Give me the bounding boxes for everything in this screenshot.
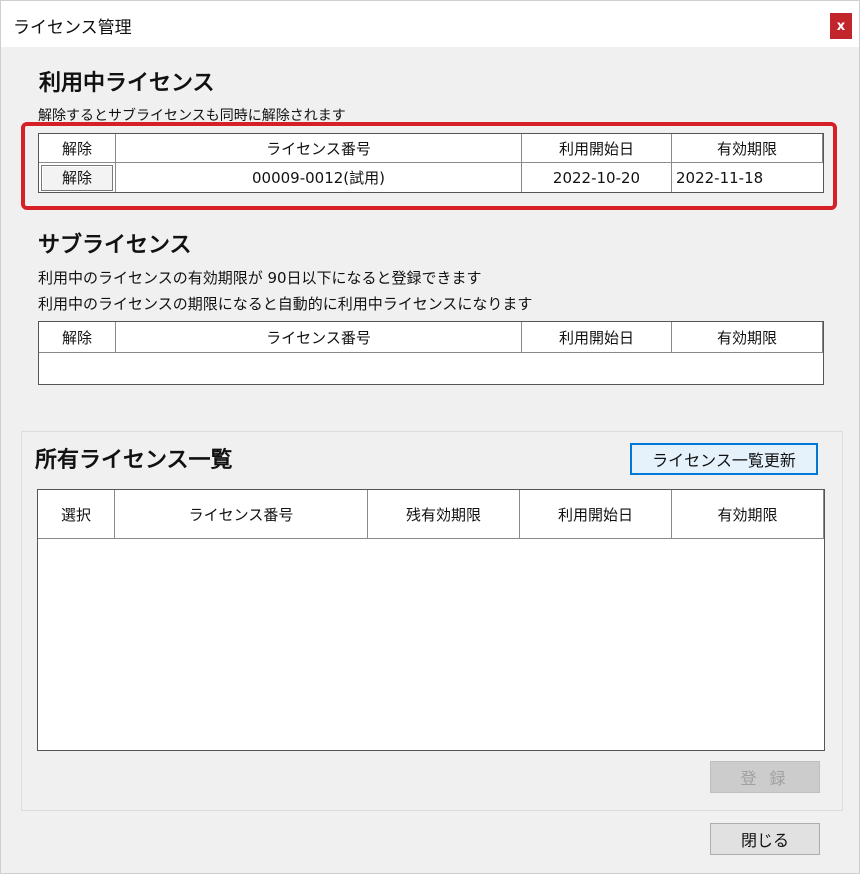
column-header-expiry-date: 有効期限 — [672, 490, 824, 538]
table-header-row: 解除 ライセンス番号 利用開始日 有効期限 — [39, 134, 823, 163]
column-header-start-date: 利用開始日 — [522, 134, 672, 162]
license-number-cell: 00009-0012(試用) — [116, 163, 522, 192]
register-button[interactable]: 登 録 — [710, 761, 820, 793]
column-header-license-number: ライセンス番号 — [116, 322, 522, 352]
sub-license-note-2: 利用中のライセンスの期限になると自動的に利用中ライセンスになります — [38, 295, 533, 313]
start-date-cell: 2022-10-20 — [522, 163, 672, 192]
column-header-license-number: ライセンス番号 — [115, 490, 368, 538]
active-license-table: 解除 ライセンス番号 利用開始日 有効期限 解除 00009-0012(試用) … — [38, 133, 824, 193]
column-header-expiry-date: 有効期限 — [672, 322, 823, 352]
owned-licenses-group: 所有ライセンス一覧 ライセンス一覧更新 選択 ライセンス番号 残有効期限 利用開… — [21, 431, 843, 811]
close-icon: x — [836, 18, 846, 34]
expiry-date-cell: 2022-11-18 — [676, 168, 764, 187]
active-license-heading: 利用中ライセンス — [39, 71, 215, 96]
column-header-license-number: ライセンス番号 — [116, 134, 522, 162]
refresh-license-list-button[interactable]: ライセンス一覧更新 — [630, 443, 818, 475]
column-header-release: 解除 — [39, 322, 116, 352]
sub-license-heading: サブライセンス — [38, 233, 192, 258]
column-header-remaining-validity: 残有効期限 — [368, 490, 520, 538]
title-bar: ライセンス管理 x — [1, 1, 859, 47]
close-window-button[interactable]: x — [830, 13, 852, 39]
column-header-start-date: 利用開始日 — [520, 490, 672, 538]
dialog-body: 利用中ライセンス 解除するとサブライセンスも同時に解除されます 解除 ライセンス… — [1, 47, 859, 873]
close-button[interactable]: 閉じる — [710, 823, 820, 855]
column-header-release: 解除 — [39, 134, 116, 162]
active-license-note: 解除するとサブライセンスも同時に解除されます — [38, 108, 346, 124]
owned-licenses-heading: 所有ライセンス一覧 — [35, 448, 233, 473]
table-header-row: 選択 ライセンス番号 残有効期限 利用開始日 有効期限 — [38, 490, 824, 539]
table-row: 解除 00009-0012(試用) 2022-10-20 2022-11-18 — [39, 163, 823, 192]
owned-licenses-table: 選択 ライセンス番号 残有効期限 利用開始日 有効期限 — [37, 489, 825, 751]
window-title: ライセンス管理 — [13, 18, 132, 38]
table-header-row: 解除 ライセンス番号 利用開始日 有効期限 — [39, 322, 823, 353]
column-header-expiry-date: 有効期限 — [672, 134, 823, 162]
release-license-button[interactable]: 解除 — [41, 164, 113, 191]
sub-license-note-1: 利用中のライセンスの有効期限が 90日以下になると登録できます — [38, 269, 482, 287]
license-management-window: ライセンス管理 x 利用中ライセンス 解除するとサブライセンスも同時に解除されま… — [0, 0, 860, 874]
column-header-start-date: 利用開始日 — [522, 322, 672, 352]
sub-license-table: 解除 ライセンス番号 利用開始日 有効期限 — [38, 321, 824, 385]
column-header-select: 選択 — [38, 490, 115, 538]
